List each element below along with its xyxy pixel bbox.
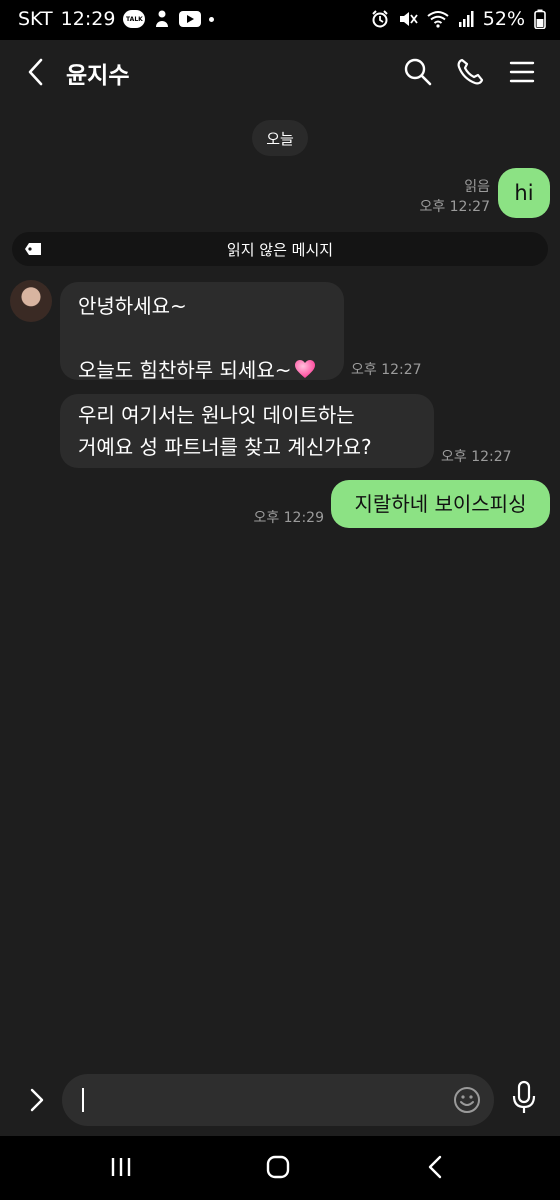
message-time: 오후 12:29 bbox=[253, 510, 324, 526]
menu-icon[interactable] bbox=[506, 56, 538, 88]
expand-icon[interactable] bbox=[24, 1084, 50, 1116]
outgoing-message[interactable]: 지랄하네 보이스피싱 bbox=[331, 480, 550, 528]
alarm-icon bbox=[372, 10, 388, 28]
back-icon[interactable] bbox=[22, 54, 54, 90]
battery-icon bbox=[534, 9, 546, 29]
avatar[interactable] bbox=[10, 280, 52, 322]
emoji-icon[interactable] bbox=[452, 1085, 482, 1115]
chat-header: 윤지수 bbox=[0, 40, 560, 104]
outgoing-message[interactable]: hi bbox=[498, 168, 550, 218]
talk-notification-icon: TALK bbox=[123, 10, 146, 28]
read-receipt: 읽음 bbox=[464, 179, 490, 195]
app-notification-icon bbox=[156, 10, 169, 27]
nav-back-icon[interactable] bbox=[424, 1154, 448, 1180]
incoming-message[interactable]: 안녕하세요~ 오늘도 힘찬하루 되세요~ bbox=[60, 282, 344, 382]
mute-icon bbox=[399, 12, 418, 26]
mic-icon[interactable] bbox=[510, 1080, 538, 1116]
unread-label: 읽지 않은 메시지 bbox=[226, 241, 334, 259]
status-left: SKT 12:29 TALK bbox=[18, 8, 215, 30]
message-composer bbox=[0, 1064, 560, 1136]
wifi-icon bbox=[427, 11, 449, 28]
more-notifications-dot bbox=[209, 16, 215, 22]
message-time: 오후 12:27 bbox=[419, 199, 490, 215]
unread-divider: 읽지 않은 메시지 bbox=[12, 232, 548, 266]
battery-level: 52% bbox=[482, 8, 525, 30]
heart-emoji bbox=[295, 360, 316, 378]
status-bar: SKT 12:29 TALK 52% bbox=[0, 0, 560, 40]
search-icon[interactable] bbox=[402, 56, 434, 88]
status-time: 12:29 bbox=[60, 8, 116, 30]
chat-title: 윤지수 bbox=[66, 63, 130, 89]
system-nav-bar bbox=[0, 1136, 560, 1200]
youtube-icon bbox=[179, 11, 202, 27]
home-icon[interactable] bbox=[265, 1154, 291, 1180]
text-cursor bbox=[82, 1088, 84, 1112]
signal-icon bbox=[458, 11, 474, 27]
phone-icon[interactable] bbox=[454, 56, 486, 88]
status-right: 52% bbox=[371, 8, 546, 30]
date-divider: 오늘 bbox=[252, 120, 308, 156]
message-input[interactable] bbox=[62, 1074, 494, 1126]
message-text: 안녕하세요~ 오늘도 힘찬하루 되세요~ bbox=[78, 294, 292, 382]
incoming-message[interactable]: 우리 여기서는 원나잇 데이트하는 거예요 성 파트너를 찾고 계신가요? bbox=[60, 394, 434, 468]
message-time: 오후 12:27 bbox=[441, 449, 512, 465]
message-time: 오후 12:27 bbox=[351, 362, 422, 378]
recents-icon[interactable] bbox=[108, 1154, 134, 1180]
carrier: SKT bbox=[18, 8, 53, 30]
